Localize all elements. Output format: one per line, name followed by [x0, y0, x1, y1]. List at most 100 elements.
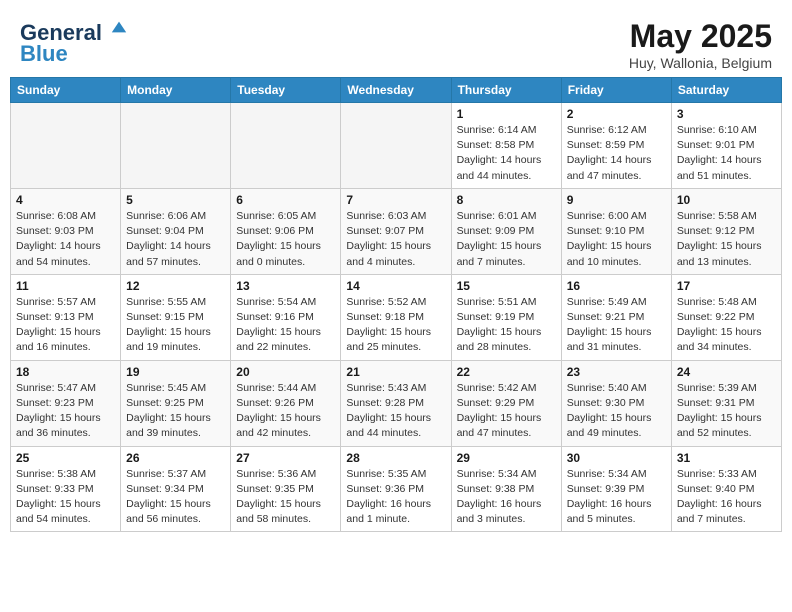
day-info: Sunrise: 5:38 AMSunset: 9:33 PMDaylight:… [16, 467, 115, 528]
day-number: 15 [457, 279, 556, 293]
day-info: Sunrise: 6:05 AMSunset: 9:06 PMDaylight:… [236, 209, 335, 270]
day-info: Sunrise: 6:03 AMSunset: 9:07 PMDaylight:… [346, 209, 445, 270]
calendar-day-cell: 14Sunrise: 5:52 AMSunset: 9:18 PMDayligh… [341, 274, 451, 360]
calendar-day-cell: 13 Sunrise: 5:54 AMSunset: 9:16 PMDayligh… [231, 274, 341, 360]
day-number: 31 [677, 451, 776, 465]
day-number: 23 [567, 365, 666, 379]
calendar-week-row: 1 Sunrise: 6:14 AMSunset: 8:58 PMDaylight… [11, 103, 782, 189]
day-number: 30 [567, 451, 666, 465]
weekday-header-saturday: Saturday [671, 78, 781, 103]
calendar-day-cell: 10Sunrise: 5:58 AMSunset: 9:12 PMDayligh… [671, 188, 781, 274]
day-number: 14 [346, 279, 445, 293]
calendar-day-cell [11, 103, 121, 189]
day-number: 5 [126, 193, 225, 207]
calendar-day-cell: 11 Sunrise: 5:57 AMSunset: 9:13 PMDayligh… [11, 274, 121, 360]
day-info: Sunrise: 5:34 AMSunset: 9:39 PMDaylight:… [567, 467, 666, 528]
calendar-day-cell: 5Sunrise: 6:06 AMSunset: 9:04 PMDaylight… [121, 188, 231, 274]
day-info: Sunrise: 5:47 AMSunset: 9:23 PMDaylight:… [16, 381, 115, 442]
calendar-day-cell: 24 Sunrise: 5:39 AMSunset: 9:31 PMDayligh… [671, 360, 781, 446]
location-subtitle: Huy, Wallonia, Belgium [629, 55, 772, 71]
calendar-day-cell: 20Sunrise: 5:44 AMSunset: 9:26 PMDayligh… [231, 360, 341, 446]
weekday-header-monday: Monday [121, 78, 231, 103]
day-info: Sunrise: 5:49 AMSunset: 9:21 PMDaylight:… [567, 295, 666, 356]
day-number: 19 [126, 365, 225, 379]
calendar-day-cell: 1 Sunrise: 6:14 AMSunset: 8:58 PMDaylight… [451, 103, 561, 189]
day-info: Sunrise: 5:58 AMSunset: 9:12 PMDaylight:… [677, 209, 776, 270]
day-number: 25 [16, 451, 115, 465]
day-info: Sunrise: 5:36 AMSunset: 9:35 PMDaylight:… [236, 467, 335, 528]
day-info: Sunrise: 6:12 AMSunset: 8:59 PMDaylight:… [567, 123, 666, 184]
day-info: Sunrise: 5:43 AMSunset: 9:28 PMDaylight:… [346, 381, 445, 442]
day-number: 29 [457, 451, 556, 465]
day-number: 12 [126, 279, 225, 293]
day-number: 16 [567, 279, 666, 293]
day-number: 13 [236, 279, 335, 293]
day-info: Sunrise: 6:08 AMSunset: 9:03 PMDaylight:… [16, 209, 115, 270]
title-block: May 2025 Huy, Wallonia, Belgium [629, 18, 772, 71]
day-info: Sunrise: 6:01 AMSunset: 9:09 PMDaylight:… [457, 209, 556, 270]
logo: General Blue [20, 18, 128, 67]
day-info: Sunrise: 6:00 AMSunset: 9:10 PMDaylight:… [567, 209, 666, 270]
day-info: Sunrise: 5:55 AMSunset: 9:15 PMDaylight:… [126, 295, 225, 356]
calendar-day-cell: 26 Sunrise: 5:37 AMSunset: 9:34 PMDayligh… [121, 446, 231, 532]
day-number: 3 [677, 107, 776, 121]
day-info: Sunrise: 6:14 AMSunset: 8:58 PMDaylight:… [457, 123, 556, 184]
weekday-header-thursday: Thursday [451, 78, 561, 103]
weekday-header-wednesday: Wednesday [341, 78, 451, 103]
day-info: Sunrise: 5:45 AMSunset: 9:25 PMDaylight:… [126, 381, 225, 442]
calendar-week-row: 25 Sunrise: 5:38 AMSunset: 9:33 PMDayligh… [11, 446, 782, 532]
day-info: Sunrise: 5:35 AMSunset: 9:36 PMDaylight:… [346, 467, 445, 528]
calendar-day-cell: 9 Sunrise: 6:00 AMSunset: 9:10 PMDaylight… [561, 188, 671, 274]
day-info: Sunrise: 5:40 AMSunset: 9:30 PMDaylight:… [567, 381, 666, 442]
day-info: Sunrise: 5:57 AMSunset: 9:13 PMDaylight:… [16, 295, 115, 356]
day-info: Sunrise: 6:10 AMSunset: 9:01 PMDaylight:… [677, 123, 776, 184]
calendar-day-cell: 19 Sunrise: 5:45 AMSunset: 9:25 PMDayligh… [121, 360, 231, 446]
day-number: 21 [346, 365, 445, 379]
weekday-header-friday: Friday [561, 78, 671, 103]
day-number: 2 [567, 107, 666, 121]
month-year-title: May 2025 [629, 18, 772, 55]
day-info: Sunrise: 5:48 AMSunset: 9:22 PMDaylight:… [677, 295, 776, 356]
page-header: General Blue May 2025 Huy, Wallonia, Bel… [10, 10, 782, 77]
day-number: 6 [236, 193, 335, 207]
calendar-day-cell [341, 103, 451, 189]
day-number: 11 [16, 279, 115, 293]
calendar-day-cell: 17Sunrise: 5:48 AMSunset: 9:22 PMDayligh… [671, 274, 781, 360]
weekday-header-sunday: Sunday [11, 78, 121, 103]
day-info: Sunrise: 5:51 AMSunset: 9:19 PMDaylight:… [457, 295, 556, 356]
calendar-table: SundayMondayTuesdayWednesdayThursdayFrid… [10, 77, 782, 532]
calendar-day-cell: 27 Sunrise: 5:36 AMSunset: 9:35 PMDayligh… [231, 446, 341, 532]
day-number: 4 [16, 193, 115, 207]
calendar-day-cell: 23 Sunrise: 5:40 AMSunset: 9:30 PMDayligh… [561, 360, 671, 446]
calendar-day-cell [231, 103, 341, 189]
day-info: Sunrise: 5:34 AMSunset: 9:38 PMDaylight:… [457, 467, 556, 528]
weekday-header-tuesday: Tuesday [231, 78, 341, 103]
calendar-day-cell: 6 Sunrise: 6:05 AMSunset: 9:06 PMDaylight… [231, 188, 341, 274]
logo-icon [110, 18, 128, 36]
day-number: 27 [236, 451, 335, 465]
day-number: 1 [457, 107, 556, 121]
calendar-day-cell: 22Sunrise: 5:42 AMSunset: 9:29 PMDayligh… [451, 360, 561, 446]
day-info: Sunrise: 5:33 AMSunset: 9:40 PMDaylight:… [677, 467, 776, 528]
day-info: Sunrise: 5:39 AMSunset: 9:31 PMDaylight:… [677, 381, 776, 442]
calendar-week-row: 18 Sunrise: 5:47 AMSunset: 9:23 PMDayligh… [11, 360, 782, 446]
calendar-week-row: 11 Sunrise: 5:57 AMSunset: 9:13 PMDayligh… [11, 274, 782, 360]
day-number: 9 [567, 193, 666, 207]
day-number: 24 [677, 365, 776, 379]
day-number: 18 [16, 365, 115, 379]
calendar-day-cell: 16 Sunrise: 5:49 AMSunset: 9:21 PMDayligh… [561, 274, 671, 360]
calendar-day-cell: 2 Sunrise: 6:12 AMSunset: 8:59 PMDaylight… [561, 103, 671, 189]
day-number: 28 [346, 451, 445, 465]
day-number: 8 [457, 193, 556, 207]
calendar-day-cell: 18 Sunrise: 5:47 AMSunset: 9:23 PMDayligh… [11, 360, 121, 446]
day-info: Sunrise: 5:54 AMSunset: 9:16 PMDaylight:… [236, 295, 335, 356]
day-number: 7 [346, 193, 445, 207]
calendar-day-cell: 29 Sunrise: 5:34 AMSunset: 9:38 PMDayligh… [451, 446, 561, 532]
day-number: 26 [126, 451, 225, 465]
calendar-day-cell: 28 Sunrise: 5:35 AMSunset: 9:36 PMDayligh… [341, 446, 451, 532]
calendar-day-cell: 31 Sunrise: 5:33 AMSunset: 9:40 PMDayligh… [671, 446, 781, 532]
day-info: Sunrise: 5:37 AMSunset: 9:34 PMDaylight:… [126, 467, 225, 528]
calendar-week-row: 4 Sunrise: 6:08 AMSunset: 9:03 PMDaylight… [11, 188, 782, 274]
weekday-header-row: SundayMondayTuesdayWednesdayThursdayFrid… [11, 78, 782, 103]
calendar-day-cell: 12 Sunrise: 5:55 AMSunset: 9:15 PMDayligh… [121, 274, 231, 360]
